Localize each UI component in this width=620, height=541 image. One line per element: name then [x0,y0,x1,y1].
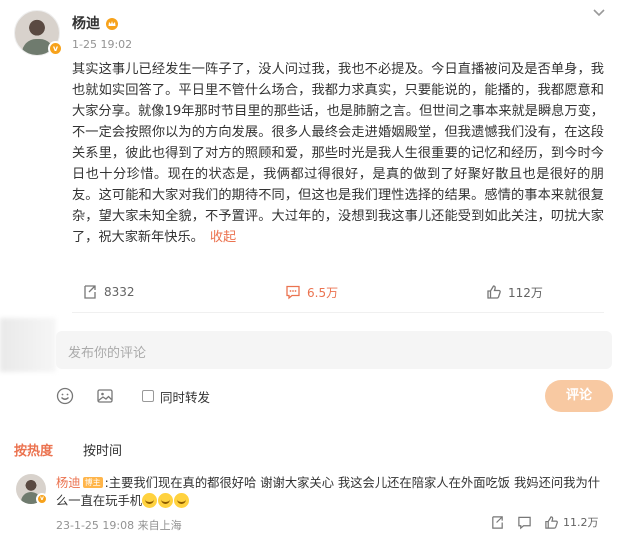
blurred-avatar [0,318,56,372]
comment-meta: 23-1-25 19:08 来自上海 [56,519,182,532]
also-repost-label: 同时转发 [160,389,211,405]
comment-text: 杨迪 博主:主要我们现在真的都很好哈 谢谢大家关心 我这会儿还在陪家人在外面吃饭 … [56,474,608,510]
comment-icon [286,285,300,300]
sort-tabs: 按热度 按时间 [14,440,122,459]
tab-sort-time[interactable]: 按时间 [83,440,122,459]
reply-icon[interactable] [517,515,532,530]
comment-count: 6.5万 [307,285,339,300]
composer-tools: 同时转发 [56,384,210,408]
comment-button[interactable]: 6.5万 [285,284,338,301]
comment-like-button[interactable]: 11.2万 [544,514,599,530]
verified-badge-icon: v [36,493,48,505]
repost-icon [84,285,96,299]
collapse-link[interactable]: 收起 [210,230,236,245]
crown-icon [106,17,118,30]
emoji-icon[interactable] [56,387,74,405]
comment-like-count: 11.2万 [563,516,599,529]
laugh-cry-emoji [142,493,158,508]
share-icon[interactable] [490,515,505,530]
post-author-name[interactable]: 杨迪 [72,13,100,33]
also-repost-checkbox[interactable]: 同时转发 [142,387,210,406]
post-time[interactable]: 1-25 19:02 [72,38,132,51]
post-action-bar: 8332 6.5万 112万 [72,280,604,304]
comment-input[interactable]: 发布你的评论 [56,331,612,369]
like-button[interactable]: 112万 [486,284,543,301]
comment-body: 主要我们现在真的都很好哈 谢谢大家关心 我这会儿还在陪家人在外面吃饭 我妈还问我… [56,476,601,508]
checkbox-box[interactable] [142,390,154,402]
repost-button[interactable]: 8332 [82,284,135,300]
post-text: 其实这事儿已经发生一阵子了，没人问过我，我也不必提及。今日直播被问及是否单身，我… [72,59,604,248]
image-icon[interactable] [96,387,114,405]
laugh-cry-emoji [158,493,174,508]
comment-actions: 11.2万 [490,514,599,530]
submit-comment-button[interactable]: 评论 [545,380,613,412]
tab-sort-hot[interactable]: 按热度 [14,440,53,459]
author-tag: 博主 [82,477,103,488]
comment-author[interactable]: 杨迪 [56,476,81,490]
verified-badge-icon: v [48,41,63,56]
like-icon [487,285,501,299]
post-body: 其实这事儿已经发生一阵子了，没人问过我，我也不必提及。今日直播被问及是否单身，我… [72,62,604,245]
laugh-cry-emoji [174,493,190,508]
like-count: 112万 [508,285,543,300]
divider [72,312,604,313]
post-author[interactable]: 杨迪 [72,13,119,33]
repost-count: 8332 [104,285,135,299]
chevron-down-icon[interactable] [592,8,606,18]
like-icon [545,515,558,529]
